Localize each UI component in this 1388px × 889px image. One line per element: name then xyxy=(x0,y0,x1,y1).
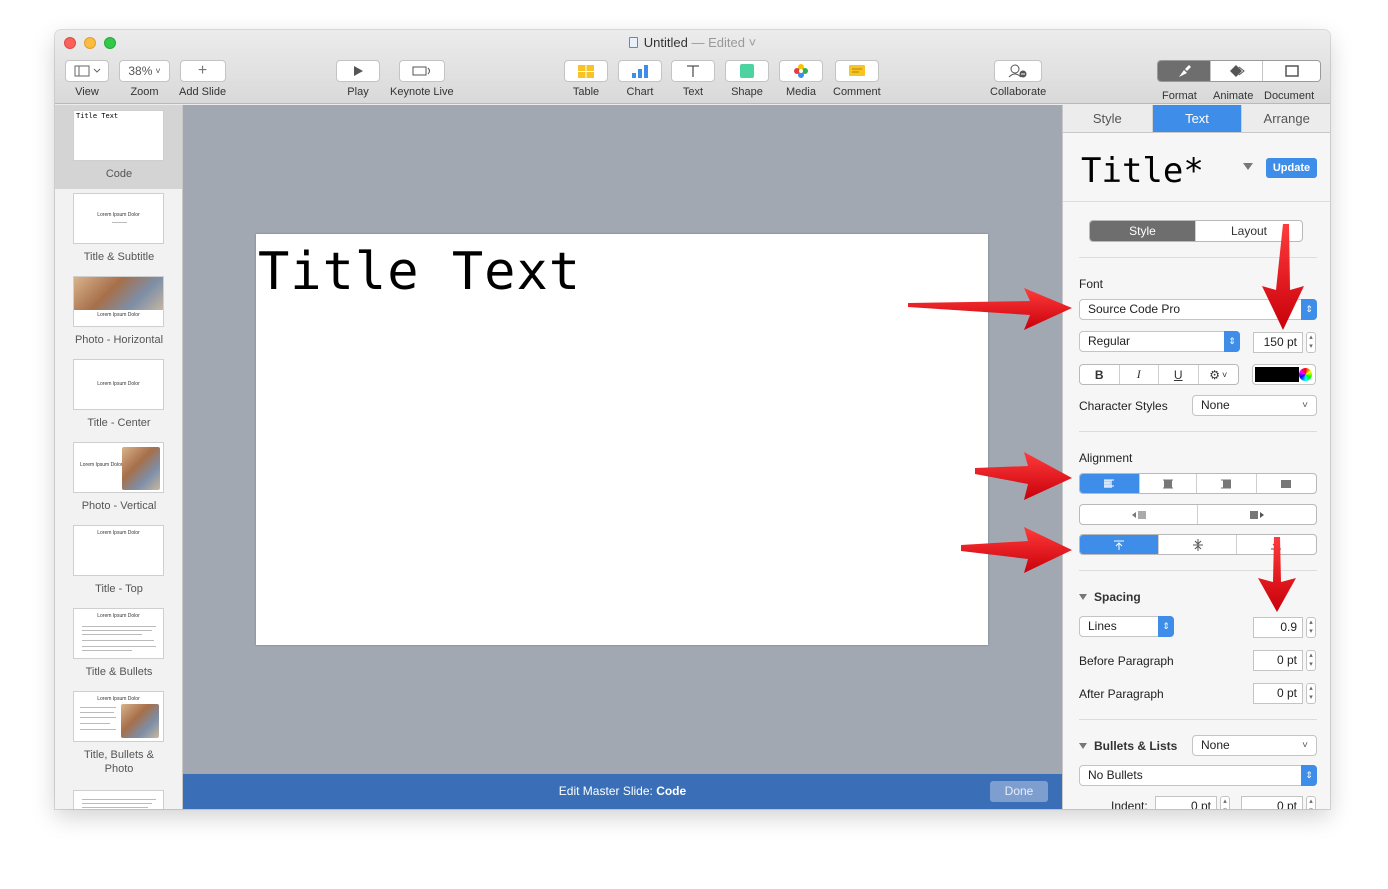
arrow-to-horizontal-alignment xyxy=(975,452,1072,500)
annotation-arrows xyxy=(908,224,1304,612)
arrow-to-font-family xyxy=(908,288,1072,330)
arrow-to-line-spacing xyxy=(1258,537,1296,612)
arrow-to-font-size xyxy=(1262,224,1304,330)
arrow-to-vertical-alignment xyxy=(961,527,1072,573)
